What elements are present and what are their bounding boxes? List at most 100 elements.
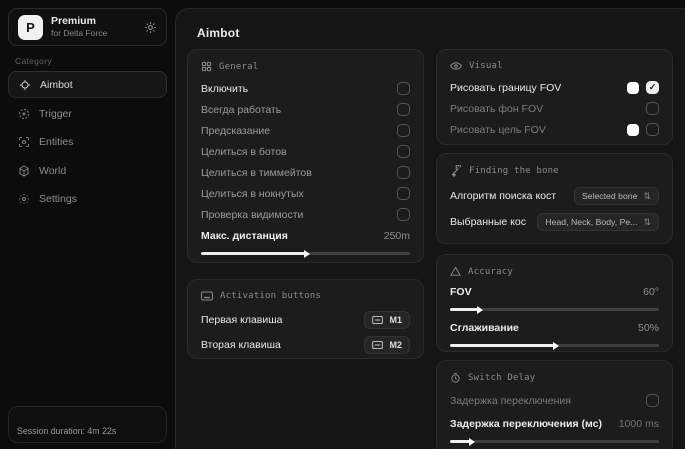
card-title: Visual (469, 61, 503, 71)
clock-icon (450, 372, 461, 384)
dropdown-label: Алгоритм поиска кост (450, 190, 556, 202)
max-distance-slider-group: Макс. дистанция 250m (201, 227, 410, 255)
updown-icon: ⇅ (643, 192, 651, 201)
brand-title: Premium (51, 15, 136, 28)
keybind-button-m2[interactable]: M2 (364, 336, 410, 354)
switch-delay-slider-group: Задержка переключения (мс) 1000 ms (450, 415, 659, 443)
card-finding-the-bone: Finding the bone Алгоритм поиска кост Se… (436, 153, 673, 244)
toggle-row: Предсказание (201, 120, 410, 141)
color-swatch[interactable] (627, 124, 639, 136)
checkbox[interactable] (397, 124, 410, 137)
toggle-row: Целиться в нокнутых (201, 183, 410, 204)
keybind-button-m1[interactable]: M1 (364, 311, 410, 329)
main-panel: Aimbot General Включить (175, 8, 685, 449)
checkbox[interactable] (397, 145, 410, 158)
switch-delay-slider[interactable] (450, 440, 659, 443)
keyboard-icon (372, 316, 383, 324)
checkbox[interactable] (397, 103, 410, 116)
session-duration-text: Session duration: 4m 22s (17, 426, 116, 436)
visual-row: Рисовать фон FOV (450, 98, 659, 119)
eye-icon (450, 61, 462, 71)
checkbox[interactable] (397, 187, 410, 200)
category-label: Category (15, 56, 52, 66)
toggle-row: Всегда работать (201, 99, 410, 120)
settings-gear-icon[interactable] (144, 21, 157, 34)
card-title: Activation buttons (220, 291, 321, 301)
card-title: General (219, 62, 258, 72)
slider-label: Задержка переключения (мс) (450, 418, 602, 430)
sidebar-item-label: Entities (39, 136, 73, 148)
keybind-value: M2 (389, 340, 402, 350)
slider-label: FOV (450, 286, 472, 298)
dropdown-label: Выбранные кос (450, 216, 526, 228)
fov-slider[interactable] (450, 308, 659, 311)
bone-icon (450, 165, 462, 177)
entities-icon (18, 136, 30, 148)
visual-label: Рисовать фон FOV (450, 103, 543, 115)
keybind-label: Первая клавиша (201, 314, 283, 326)
checkbox[interactable] (646, 123, 659, 136)
checkbox[interactable] (646, 394, 659, 407)
triangle-icon (450, 266, 461, 277)
crosshair-icon (19, 79, 31, 91)
max-distance-slider[interactable] (201, 252, 410, 255)
toggle-label: Проверка видимости (201, 209, 303, 221)
dropdown-row: Выбранные кос Head, Neck, Body, Pe... ⇅ (450, 209, 659, 235)
checkbox[interactable] (646, 102, 659, 115)
dropdown-row: Алгоритм поиска кост Selected bone ⇅ (450, 183, 659, 209)
trigger-icon (18, 108, 30, 120)
fov-slider-group: FOV 60° (450, 283, 659, 311)
sidebar-item-world[interactable]: World (8, 157, 167, 184)
visual-label: Рисовать цель FOV (450, 124, 546, 136)
card-title: Finding the bone (469, 166, 559, 176)
brand-card: P Premium for Delta Force (8, 8, 167, 46)
brand-logo: P (18, 15, 43, 40)
sidebar-item-label: World (39, 165, 66, 177)
toggle-row: Целиться в ботов (201, 141, 410, 162)
sidebar-item-trigger[interactable]: Trigger (8, 100, 167, 127)
slider-label: Сглаживание (450, 322, 519, 334)
selected-bones-dropdown[interactable]: Head, Neck, Body, Pe... ⇅ (537, 213, 659, 231)
slider-label: Макс. дистанция (201, 230, 288, 242)
sidebar-item-settings[interactable]: Settings (8, 185, 167, 212)
keybind-label: Вторая клавиша (201, 339, 281, 351)
slider-value: 50% (638, 322, 659, 334)
brand-subtitle: for Delta Force (51, 28, 136, 39)
visual-row: Рисовать цель FOV (450, 119, 659, 140)
card-visual: Visual Рисовать границу FOV Рисовать фон… (436, 49, 673, 145)
toggle-label: Предсказание (201, 125, 270, 137)
grid-icon (201, 61, 212, 72)
keybind-value: M1 (389, 315, 402, 325)
toggle-row: Проверка видимости (201, 204, 410, 225)
gear-icon (18, 193, 30, 205)
toggle-row: Целиться в тиммейтов (201, 162, 410, 183)
card-general: General Включить Всегда работать Предска… (187, 49, 424, 263)
smoothing-slider-group: Сглаживание 50% (450, 319, 659, 347)
toggle-label: Целиться в нокнутых (201, 188, 304, 200)
sidebar: P Premium for Delta Force Category Aimbo… (0, 0, 175, 449)
page-title: Aimbot (197, 26, 240, 40)
checkbox[interactable] (397, 208, 410, 221)
toggle-row: Задержка переключения (450, 390, 659, 411)
card-title: Switch Delay (468, 373, 535, 383)
updown-icon: ⇅ (643, 218, 651, 227)
sidebar-item-label: Aimbot (40, 79, 73, 91)
sidebar-item-entities[interactable]: Entities (8, 128, 167, 155)
card-activation-buttons: Activation buttons Первая клавиша M1 (187, 279, 424, 359)
bone-algorithm-dropdown[interactable]: Selected bone ⇅ (574, 187, 659, 205)
toggle-label: Задержка переключения (450, 395, 571, 407)
toggle-label: Целиться в тиммейтов (201, 167, 312, 179)
sidebar-item-aimbot[interactable]: Aimbot (8, 71, 167, 98)
dropdown-value: Selected bone (582, 191, 638, 201)
card-title: Accuracy (468, 267, 513, 277)
color-swatch[interactable] (627, 82, 639, 94)
slider-value: 1000 ms (619, 418, 659, 430)
checkbox[interactable] (397, 82, 410, 95)
smoothing-slider[interactable] (450, 344, 659, 347)
checkbox[interactable] (397, 166, 410, 179)
keyboard-icon (372, 341, 383, 349)
checkbox[interactable] (646, 81, 659, 94)
toggle-label: Включить (201, 83, 248, 95)
card-accuracy: Accuracy FOV 60° Сглаживание 50% (436, 254, 673, 352)
sidebar-item-label: Settings (39, 193, 77, 205)
